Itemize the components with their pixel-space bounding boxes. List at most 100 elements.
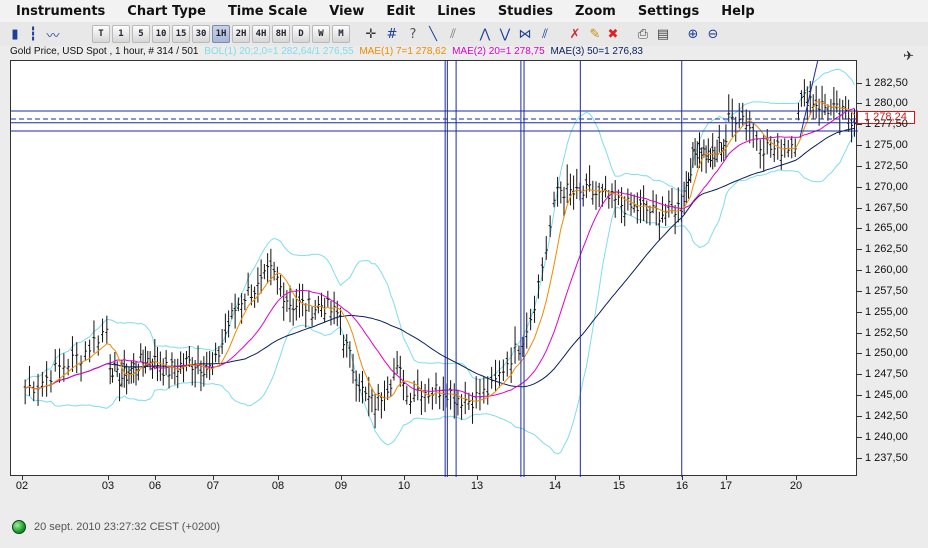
timeframe-button-10[interactable]: 10 xyxy=(152,25,170,43)
line-chart-icon[interactable]: 〰 xyxy=(44,25,62,44)
legend-bollinger: BOL(1) 20;2,0=1 282,64/1 276,55 xyxy=(204,46,354,57)
time-axis-label: 16 xyxy=(675,480,689,492)
price-axis-label: 1 257,50 xyxy=(865,285,908,297)
price-axis-tick xyxy=(857,333,862,334)
time-axis: 02 03 06 07 08 09 10 13 14 15 16 17 20 xyxy=(10,476,857,496)
price-chart-area[interactable] xyxy=(10,60,858,477)
timeframe-button-2h[interactable]: 2H xyxy=(232,25,250,43)
toolbar: ▮ ┇ 〰 T 1 5 10 15 30 1H 2H 4H 8H D W M ✛ # ? ╲ ⫽ ⋀ ⋁… xyxy=(0,22,928,64)
price-axis: 1 278,24 1 282,50 1 280,00 1 277,50 1 275,0… xyxy=(857,60,917,476)
line-tool-icon[interactable]: ╲ xyxy=(424,25,442,43)
timeframe-button-d[interactable]: D xyxy=(292,25,310,43)
price-axis-label: 1 245,00 xyxy=(865,389,908,401)
timeframe-button-t[interactable]: T xyxy=(92,25,110,43)
price-axis-label: 1 282,50 xyxy=(865,77,908,89)
menu-settings[interactable]: Settings xyxy=(638,4,699,19)
price-axis-tick xyxy=(857,83,862,84)
time-axis-label: 10 xyxy=(397,480,411,492)
fibonacci-icon[interactable]: ⋈ xyxy=(516,25,534,43)
trend-line xyxy=(799,61,819,138)
price-axis-tick xyxy=(857,145,862,146)
price-axis-label: 1 277,50 xyxy=(865,118,908,130)
delete-line-icon[interactable]: ✗ xyxy=(566,25,584,43)
timeframe-button-15[interactable]: 15 xyxy=(172,25,190,43)
crosshair-icon[interactable]: ✛ xyxy=(362,25,380,43)
delete-all-icon[interactable]: ✖ xyxy=(604,25,622,43)
menu-lines[interactable]: Lines xyxy=(437,4,476,19)
menu-zoom[interactable]: Zoom xyxy=(575,4,616,19)
print-icon[interactable]: ⎙ xyxy=(634,25,652,43)
time-axis-label: 17 xyxy=(719,480,733,492)
legend-symbol: Gold Price, USD Spot , 1 hour, # 314 / 5… xyxy=(10,46,199,57)
menu-bar: Instruments Chart Type Time Scale View Edit L… xyxy=(0,0,928,22)
price-axis-label: 1 240,00 xyxy=(865,431,908,443)
price-axis-label: 1 250,00 xyxy=(865,347,908,359)
price-axis-tick xyxy=(857,249,862,250)
price-axis-label: 1 272,50 xyxy=(865,160,908,172)
timeframe-button-4h[interactable]: 4H xyxy=(252,25,270,43)
candlestick-chart-icon[interactable]: ▮ xyxy=(6,25,24,43)
bollinger-upper-line xyxy=(24,68,855,382)
price-axis-tick xyxy=(857,124,862,125)
timeframe-button-1[interactable]: 1 xyxy=(112,25,130,43)
help-cursor-icon[interactable]: ? xyxy=(404,25,422,43)
price-axis-tick xyxy=(857,208,862,209)
mae1-line xyxy=(25,101,855,402)
channel-icon[interactable]: ⫽ xyxy=(536,25,554,43)
price-axis-tick xyxy=(857,228,862,229)
price-axis-tick xyxy=(857,437,862,438)
price-axis-label: 1 242,50 xyxy=(865,410,908,422)
time-axis-label: 08 xyxy=(271,480,285,492)
time-axis-label: 09 xyxy=(334,480,348,492)
menu-instruments[interactable]: Instruments xyxy=(16,4,105,19)
price-axis-label: 1 252,50 xyxy=(865,327,908,339)
trend-down-icon[interactable]: ⋁ xyxy=(496,25,514,43)
price-axis-tick xyxy=(857,458,862,459)
bar-chart-icon[interactable]: ┇ xyxy=(24,25,42,43)
time-axis-label: 06 xyxy=(148,480,162,492)
time-axis-label: 14 xyxy=(548,480,562,492)
price-axis-label: 1 237,50 xyxy=(865,452,908,464)
trend-up-icon[interactable]: ⋀ xyxy=(476,25,494,43)
zoom-in-icon[interactable]: ⊕ xyxy=(684,25,702,43)
timeframe-button-w[interactable]: W xyxy=(312,25,330,43)
price-axis-label: 1 260,00 xyxy=(865,264,908,276)
price-axis-label: 1 262,50 xyxy=(865,243,908,255)
timeframe-button-m[interactable]: M xyxy=(332,25,350,43)
price-chart-svg[interactable] xyxy=(11,61,858,477)
timeframe-button-5[interactable]: 5 xyxy=(132,25,150,43)
price-axis-label: 1 280,00 xyxy=(865,97,908,109)
menu-view[interactable]: View xyxy=(329,4,364,19)
timeframe-button-30[interactable]: 30 xyxy=(192,25,210,43)
price-axis-tick xyxy=(857,312,862,313)
price-axis-label: 1 247,50 xyxy=(865,368,908,380)
menu-edit[interactable]: Edit xyxy=(386,4,415,19)
menu-time-scale[interactable]: Time Scale xyxy=(228,4,307,19)
price-axis-tick xyxy=(857,395,862,396)
price-axis-label: 1 255,00 xyxy=(865,306,908,318)
print-preview-icon[interactable]: ▤ xyxy=(654,25,672,43)
price-axis-label: 1 270,00 xyxy=(865,181,908,193)
zoom-out-icon[interactable]: ⊖ xyxy=(704,25,722,43)
time-axis-label: 20 xyxy=(789,480,803,492)
chart-application-window: Instruments Chart Type Time Scale View Edit L… xyxy=(0,0,928,548)
status-datetime: 20 sept. 2010 23:27:32 CEST (+0200) xyxy=(34,521,221,533)
menu-help[interactable]: Help xyxy=(721,4,754,19)
grid-icon[interactable]: # xyxy=(383,25,401,43)
status-bar: 20 sept. 2010 23:27:32 CEST (+0200) xyxy=(0,516,928,538)
time-axis-label: 07 xyxy=(206,480,220,492)
legend-mae2: MAE(2) 20=1 278,75 xyxy=(452,46,545,57)
menu-studies[interactable]: Studies xyxy=(498,4,553,19)
time-axis-label: 15 xyxy=(612,480,626,492)
pencil-icon[interactable]: ✎ xyxy=(586,25,604,43)
timeframe-button-8h[interactable]: 8H xyxy=(272,25,290,43)
connection-status-icon xyxy=(12,520,26,534)
time-axis-label: 13 xyxy=(470,480,484,492)
price-axis-tick xyxy=(857,103,862,104)
legend-mae3: MAE(3) 50=1 276,83 xyxy=(550,46,643,57)
price-axis-tick xyxy=(857,187,862,188)
channel-tool-icon[interactable]: ⫽ xyxy=(444,25,462,43)
price-axis-label: 1 265,00 xyxy=(865,222,908,234)
menu-chart-type[interactable]: Chart Type xyxy=(127,4,206,19)
timeframe-button-1h[interactable]: 1H xyxy=(212,25,230,43)
